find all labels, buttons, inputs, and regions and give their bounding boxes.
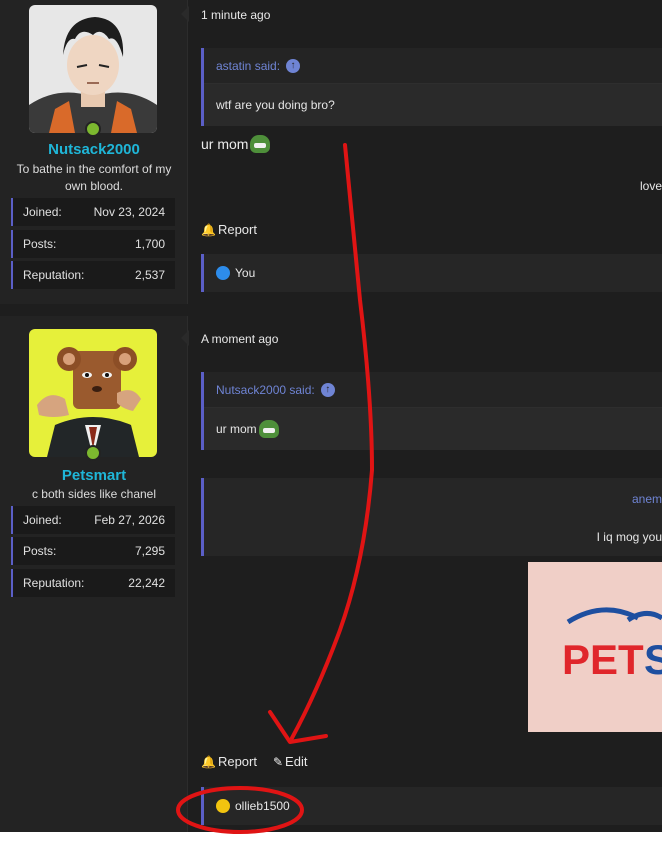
stat-posts: Posts: 1,700: [11, 230, 175, 258]
stat-label: Posts:: [23, 237, 57, 251]
online-status-dot: [85, 121, 101, 137]
arrow-up-circle-icon[interactable]: ↑: [286, 58, 301, 73]
stat-reputation: Reputation: 2,537: [11, 261, 175, 289]
post-user-sidebar: Nutsack2000 To bathe in the comfort of m…: [0, 0, 188, 304]
avatar[interactable]: [29, 5, 157, 133]
stat-value: 1,700: [134, 237, 165, 251]
quote-text: ur mom: [204, 408, 662, 450]
report-button[interactable]: 🔔 Report: [201, 222, 257, 237]
edit-label: Edit: [285, 754, 308, 769]
post-main: 1 minute ago astatin said: ↑ wtf are you…: [181, 0, 662, 304]
reactions-bar[interactable]: You: [201, 254, 662, 292]
edit-button[interactable]: ✎ Edit: [273, 754, 307, 769]
user-title: To bathe in the comfort of my own blood.: [16, 162, 172, 193]
username-link[interactable]: Petsmart: [0, 467, 188, 484]
quote-text-content: ur mom: [216, 422, 257, 436]
stat-label: Reputation:: [23, 268, 85, 282]
stat-joined: Joined: Feb 27, 2026: [11, 506, 175, 534]
post: Petsmart c both sides like chanel Joined…: [0, 316, 662, 832]
stat-reputation: Reputation: 22,242: [11, 569, 175, 597]
reactions-bar[interactable]: ollieb1500: [201, 787, 662, 825]
post-message: ur mom: [201, 135, 271, 153]
user-title: c both sides like chanel: [31, 487, 157, 501]
post: Nutsack2000 To bathe in the comfort of m…: [0, 0, 662, 304]
stat-value: Nov 23, 2024: [93, 205, 165, 219]
pencil-icon: ✎: [272, 755, 284, 769]
report-button[interactable]: 🔔 Report: [201, 754, 257, 769]
stat-label: Reputation:: [23, 576, 85, 590]
thread-page: Nutsack2000 To bathe in the comfort of m…: [0, 0, 662, 832]
post-arrow: [181, 330, 189, 346]
stat-value: Feb 27, 2026: [94, 513, 165, 527]
post-date[interactable]: A moment ago: [201, 332, 278, 346]
truncated-text: love: [639, 179, 662, 193]
report-label: Report: [217, 222, 257, 237]
stat-value: 7,295: [134, 544, 165, 558]
petsmart-logo-image[interactable]: PET S: [528, 562, 662, 732]
nested-quote-text: I iq mog you: [596, 530, 662, 544]
avatar[interactable]: [29, 329, 157, 457]
quote-header[interactable]: astatin said: ↑: [204, 48, 662, 84]
stat-value: 2,537: [134, 268, 165, 282]
message-text: ur mom: [201, 136, 249, 152]
report-label: Report: [217, 754, 257, 769]
post-actions: 🔔 Report: [201, 222, 257, 237]
online-status-dot: [85, 445, 101, 461]
username-link[interactable]: Nutsack2000: [0, 141, 188, 158]
laughing-emoji-icon: [216, 799, 230, 813]
post-main: A moment ago Nutsack2000 said: ↑ ur mom …: [181, 316, 662, 832]
pepe-emoji-icon: [258, 420, 279, 438]
quote-header[interactable]: Nutsack2000 said: ↑: [204, 372, 662, 408]
stat-posts: Posts: 7,295: [11, 537, 175, 565]
nested-quote-author[interactable]: anem: [632, 492, 662, 506]
arrow-up-circle-icon[interactable]: ↑: [320, 382, 335, 397]
bell-icon: 🔔: [201, 223, 216, 237]
stat-label: Posts:: [23, 544, 57, 558]
post-user-sidebar: Petsmart c both sides like chanel Joined…: [0, 316, 188, 832]
post-arrow: [181, 6, 189, 22]
svg-text:S: S: [644, 636, 662, 683]
stat-value: 22,242: [128, 576, 165, 590]
post-date[interactable]: 1 minute ago: [201, 8, 270, 22]
stat-label: Joined:: [23, 205, 62, 219]
nested-quote-block: anem I iq mog you: [201, 478, 662, 556]
image-logo-text: PET: [562, 636, 644, 683]
bell-icon: 🔔: [201, 755, 216, 769]
reaction-user[interactable]: You: [235, 266, 255, 280]
quote-block: astatin said: ↑ wtf are you doing bro?: [201, 48, 662, 126]
post-actions: 🔔 Report ✎ Edit: [201, 754, 307, 769]
quote-author[interactable]: astatin said:: [216, 59, 280, 73]
stat-joined: Joined: Nov 23, 2024: [11, 198, 175, 226]
stat-label: Joined:: [23, 513, 62, 527]
pepe-emoji-icon: [250, 135, 271, 153]
quote-block: Nutsack2000 said: ↑ ur mom: [201, 372, 662, 450]
quote-text: wtf are you doing bro?: [204, 84, 662, 126]
reaction-user[interactable]: ollieb1500: [235, 799, 290, 813]
quote-author[interactable]: Nutsack2000 said:: [216, 383, 315, 397]
thumbs-up-icon: [216, 266, 230, 280]
